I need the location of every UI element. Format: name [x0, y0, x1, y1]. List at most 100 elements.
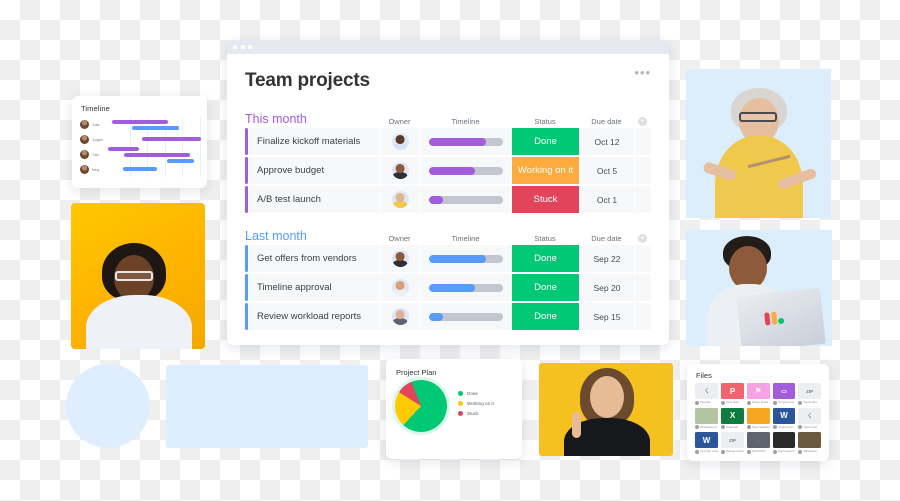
add-column-icon[interactable]: +: [638, 234, 647, 243]
status-badge[interactable]: Done: [512, 128, 579, 155]
file-item[interactable]: Whiteboard: [798, 432, 821, 454]
timeline-cell[interactable]: [420, 245, 511, 272]
owner-cell[interactable]: [379, 274, 420, 301]
avatar: [721, 400, 726, 405]
timeline-cell[interactable]: [420, 128, 511, 155]
table-row[interactable]: Timeline approval Done Sep 20: [245, 274, 651, 301]
column-header-due-date[interactable]: Due date: [579, 117, 634, 126]
pie-chart: [395, 380, 447, 432]
due-date-cell[interactable]: Oct 12: [579, 128, 634, 155]
row-end-cell: [634, 186, 651, 213]
due-date-cell[interactable]: Oct 5: [579, 157, 634, 184]
add-column-icon[interactable]: +: [638, 117, 647, 126]
row-end-cell: [634, 274, 651, 301]
avatar: [746, 400, 751, 405]
timeline-cell[interactable]: [420, 303, 511, 330]
owner-cell[interactable]: [379, 128, 420, 155]
status-cell[interactable]: Working on it: [511, 157, 579, 184]
column-header-timeline[interactable]: Timeline: [420, 117, 511, 126]
file-item[interactable]: ⚑ Design assets: [746, 383, 770, 405]
task-name[interactable]: Review workload reports: [248, 303, 379, 330]
owner-cell[interactable]: [379, 186, 420, 213]
timeline-row[interactable]: Meg: [80, 162, 203, 177]
file-name: Design assets: [751, 401, 769, 404]
status-cell[interactable]: Stuck: [511, 186, 579, 213]
file-thumbnail-photo-icon: [798, 432, 821, 448]
column-header-owner[interactable]: Owner: [379, 234, 420, 243]
avatar: [80, 120, 89, 129]
person-silhouette: [699, 88, 819, 218]
task-name[interactable]: Get offers from vendors: [248, 245, 379, 272]
avatar: [80, 165, 89, 174]
window-dot: [248, 45, 252, 49]
status-badge[interactable]: Working on it: [512, 157, 579, 184]
file-thumbnail-video-icon: ▭: [772, 383, 796, 399]
photo-senior-woman-pointer: [686, 69, 831, 218]
file-item[interactable]: P Deck slides: [721, 383, 744, 405]
avatar: [391, 191, 409, 208]
file-thumbnail-photo-icon: [772, 432, 796, 448]
timeline-row[interactable]: Jurgen: [80, 132, 203, 147]
owner-cell[interactable]: [379, 303, 420, 330]
more-options-icon[interactable]: •••: [634, 66, 651, 79]
status-badge[interactable]: Done: [512, 245, 579, 272]
file-item[interactable]: ▭ Company reel: [772, 383, 796, 405]
group-title[interactable]: This month: [245, 112, 307, 126]
table-row[interactable]: A/B test launch Stuck Oct 1: [245, 186, 651, 213]
group-title[interactable]: Last month: [245, 229, 307, 243]
owner-cell[interactable]: [379, 157, 420, 184]
due-date-cell[interactable]: Oct 1: [579, 186, 634, 213]
avatar: [746, 449, 751, 454]
file-item[interactable]: ZIP Source files: [798, 383, 821, 405]
task-name[interactable]: Timeline approval: [248, 274, 379, 301]
column-header-due-date[interactable]: Due date: [579, 234, 634, 243]
timeline-cell[interactable]: [420, 274, 511, 301]
avatar: [746, 425, 751, 429]
table-row[interactable]: Approve budget Working on it Oct 5: [245, 157, 651, 184]
timeline-row[interactable]: Julia: [80, 117, 203, 132]
status-cell[interactable]: Done: [511, 303, 579, 330]
file-item[interactable]: ZIP Backup archive: [721, 432, 744, 454]
column-header-status[interactable]: Status: [511, 117, 579, 126]
file-meta: Content brief: [772, 425, 796, 429]
status-badge[interactable]: Done: [512, 303, 579, 330]
legend-label: Stuck: [467, 411, 479, 416]
file-item[interactable]: W Summary notes: [695, 432, 719, 454]
table-row[interactable]: Finalize kickoff materials Done Oct 12: [245, 128, 651, 155]
status-badge[interactable]: Stuck: [512, 186, 579, 213]
due-date-cell[interactable]: Sep 22: [579, 245, 634, 272]
file-meta: Summary notes: [695, 449, 719, 454]
timeline-cell[interactable]: [420, 157, 511, 184]
due-date-cell[interactable]: Sep 20: [579, 274, 634, 301]
file-item[interactable]: W Content brief: [772, 407, 796, 429]
status-cell[interactable]: Done: [511, 245, 579, 272]
task-name[interactable]: Approve budget: [248, 157, 379, 184]
column-header-owner[interactable]: Owner: [379, 117, 420, 126]
timeline-cell[interactable]: [420, 186, 511, 213]
column-header-timeline[interactable]: Timeline: [420, 234, 511, 243]
file-name: Summary notes: [700, 450, 719, 453]
file-item[interactable]: X Financials: [721, 407, 744, 429]
file-item[interactable]: ☇ Invoice draft: [798, 407, 821, 429]
file-item[interactable]: ☇ Proposal: [695, 383, 719, 405]
table-row[interactable]: Review workload reports Done Sep 15: [245, 303, 651, 330]
status-cell[interactable]: Done: [511, 274, 579, 301]
legend-label: Done: [467, 391, 478, 396]
avatar: [772, 400, 777, 405]
file-item[interactable]: Workspace pic: [695, 407, 719, 429]
task-name[interactable]: Finalize kickoff materials: [248, 128, 379, 155]
file-thumbnail-p-icon: P: [721, 383, 744, 399]
status-badge[interactable]: Done: [512, 274, 579, 301]
due-date-cell[interactable]: Sep 15: [579, 303, 634, 330]
file-item[interactable]: Board session: [772, 432, 796, 454]
file-item[interactable]: ☇ Kickoff PDF: [746, 432, 770, 454]
file-item[interactable]: Team headshot: [746, 407, 770, 429]
column-header-status[interactable]: Status: [511, 234, 579, 243]
owner-cell[interactable]: [379, 245, 420, 272]
person-silhouette: [82, 241, 194, 349]
file-thumbnail-pdf-icon: ☇: [695, 383, 719, 399]
timeline-row[interactable]: Tian: [80, 147, 203, 163]
status-cell[interactable]: Done: [511, 128, 579, 155]
task-name[interactable]: A/B test launch: [248, 186, 379, 213]
table-row[interactable]: Get offers from vendors Done Sep 22: [245, 245, 651, 272]
